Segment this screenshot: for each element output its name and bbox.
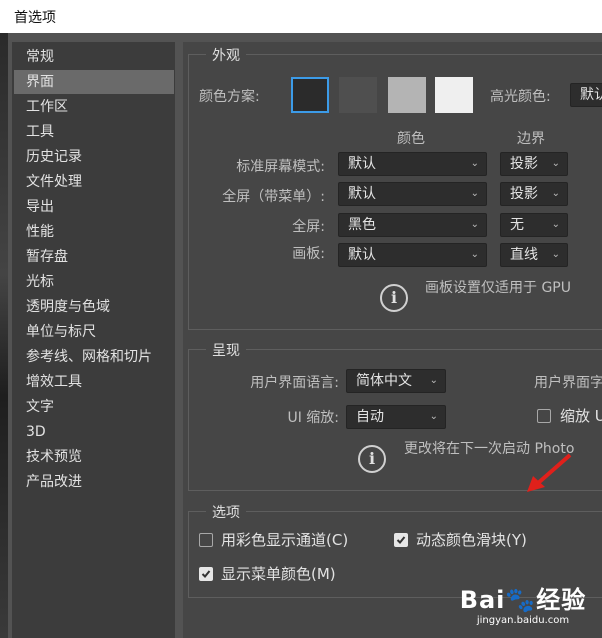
sidebar-item-guides[interactable]: 参考线、网格和切片 [14,345,174,369]
sidebar-item-tools[interactable]: 工具 [14,120,174,144]
sidebar-item-tech-preview[interactable]: 技术预览 [14,445,174,469]
sidebar-item-cursors[interactable]: 光标 [14,270,174,294]
fullscreen-label: 全屏: [292,219,325,235]
chevron-down-icon: ⌄ [551,249,560,260]
fullscreen-menu-color-select[interactable]: 默认 ⌄ [338,182,487,206]
settings-panel: 外观 颜色方案: 高光颜色: 默认 颜色 边界 标准屏幕模式: 默认 ⌄ 投影 ⌄ … [183,42,602,638]
chevron-down-icon: ⌄ [470,219,479,230]
sidebar-item-type[interactable]: 文字 [14,395,174,419]
standard-screen-color-select[interactable]: 默认 ⌄ [338,152,487,176]
background-window-edge [0,33,8,638]
chevron-down-icon: ⌄ [470,158,479,169]
fullscreen-border-value: 无 [510,217,524,233]
sidebar-item-3d[interactable]: 3D [14,420,174,444]
color-scheme-swatch-dark[interactable] [339,77,377,113]
standard-screen-color-value: 默认 [348,156,376,172]
title-bar: 首选项 [0,0,602,33]
standard-screen-border-value: 投影 [510,156,538,172]
chevron-down-icon: ⌄ [551,219,560,230]
sidebar-item-units[interactable]: 单位与标尺 [14,320,174,344]
chevron-down-icon: ⌄ [429,411,438,422]
sidebar-item-transparency[interactable]: 透明度与色域 [14,295,174,319]
color-scheme-swatch-lightest[interactable] [435,77,473,113]
color-scheme-label: 颜色方案: [199,89,260,105]
artboard-color-value: 默认 [348,247,376,263]
sidebar-item-plugins[interactable]: 增效工具 [14,370,174,394]
standard-screen-label: 标准屏幕模式: [236,159,325,175]
sidebar-item-workspace[interactable]: 工作区 [14,95,174,119]
ui-language-value: 简体中文 [356,373,412,389]
sidebar-item-file-handling[interactable]: 文件处理 [14,170,174,194]
window-title: 首选项 [14,10,56,26]
checkmark-icon [396,536,406,544]
watermark-brand: Bai🐾经验 [459,586,587,614]
info-icon: i [358,445,386,473]
sidebar: 常规 界面 工作区 工具 历史记录 文件处理 导出 性能 暂存盘 光标 透明度与… [12,42,175,638]
chevron-down-icon: ⌄ [551,188,560,199]
chevron-down-icon: ⌄ [551,158,560,169]
highlight-color-value: 默认 [580,87,602,103]
highlight-color-label: 高光颜色: [490,89,551,105]
fullscreen-menu-border-select[interactable]: 投影 ⌄ [500,182,568,206]
standard-screen-border-select[interactable]: 投影 ⌄ [500,152,568,176]
fullscreen-menu-label: 全屏（带菜单）: [222,189,325,205]
ui-font-size-label: 用户界面字 [534,375,602,391]
chevron-down-icon: ⌄ [429,375,438,386]
chevron-down-icon: ⌄ [470,249,479,260]
fullscreen-color-value: 黑色 [348,217,376,233]
watermark-url: jingyan.baidu.com [476,615,570,626]
color-channels-checkbox[interactable] [199,533,213,547]
artboard-border-value: 直线 [510,247,538,263]
scale-ui-label[interactable]: 缩放 U [560,405,602,426]
menu-colors-label[interactable]: 显示菜单颜色(M) [221,563,336,584]
fullscreen-menu-color-value: 默认 [348,186,376,202]
sidebar-item-history[interactable]: 历史记录 [14,145,174,169]
sidebar-item-product-improvement[interactable]: 产品改进 [14,470,174,494]
color-column-header: 颜色 [397,131,425,147]
artboard-gpu-note: 画板设置仅适用于 GPU [425,280,571,296]
highlight-color-select[interactable]: 默认 [570,83,602,107]
dynamic-sliders-checkbox[interactable] [394,533,408,547]
fullscreen-color-select[interactable]: 黑色 ⌄ [338,213,487,237]
artboard-border-select[interactable]: 直线 ⌄ [500,243,568,267]
sidebar-item-scratch-disks[interactable]: 暂存盘 [14,245,174,269]
fullscreen-menu-border-value: 投影 [510,186,538,202]
chevron-down-icon: ⌄ [470,188,479,199]
menu-colors-checkbox[interactable] [199,567,213,581]
scale-ui-checkbox[interactable] [537,409,551,423]
border-column-header: 边界 [517,131,545,147]
ui-scaling-value: 自动 [356,409,384,425]
ui-scaling-label: UI 缩放: [287,410,339,426]
presentation-title: 呈现 [206,340,246,360]
artboard-color-select[interactable]: 默认 ⌄ [338,243,487,267]
ui-language-select[interactable]: 简体中文 ⌄ [346,369,446,393]
appearance-title: 外观 [206,45,246,65]
fullscreen-border-select[interactable]: 无 ⌄ [500,213,568,237]
ui-language-label: 用户界面语言: [250,375,339,391]
color-scheme-swatch-light[interactable] [388,77,426,113]
baidu-watermark: Bai🐾经验 jingyan.baidu.com [448,580,598,636]
annotation-arrow-icon [527,453,572,492]
artboard-label: 画板: [292,246,325,262]
options-title: 选项 [206,502,246,522]
checkmark-icon [201,570,211,578]
dynamic-sliders-label[interactable]: 动态颜色滑块(Y) [416,529,527,550]
color-scheme-swatch-darkest[interactable] [291,77,329,113]
sidebar-item-general[interactable]: 常规 [14,45,174,69]
color-channels-label[interactable]: 用彩色显示通道(C) [221,529,348,550]
info-icon: i [380,284,408,312]
sidebar-item-performance[interactable]: 性能 [14,220,174,244]
sidebar-item-export[interactable]: 导出 [14,195,174,219]
sidebar-item-interface[interactable]: 界面 [14,70,174,94]
ui-scaling-select[interactable]: 自动 ⌄ [346,405,446,429]
